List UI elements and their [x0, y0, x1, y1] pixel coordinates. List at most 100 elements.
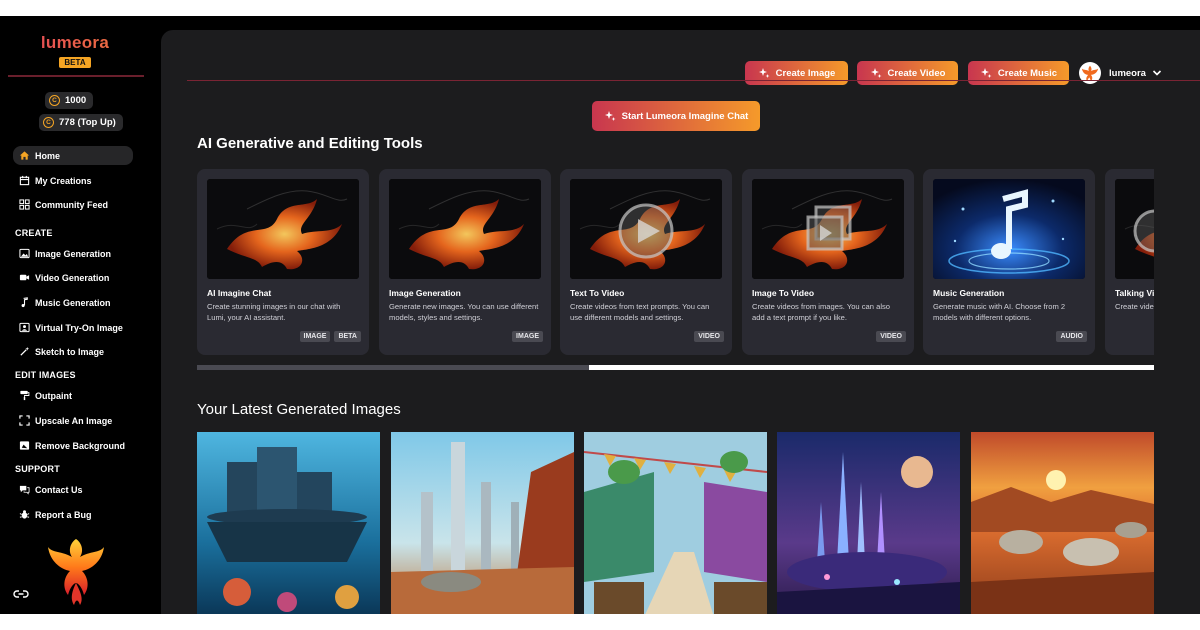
tool-card-title: Text To Video [570, 288, 625, 298]
tool-card-title: Music Generation [933, 288, 1005, 298]
sidebar-item-label: Sketch to Image [35, 346, 105, 357]
sidebar-item-label: Image Generation [35, 248, 112, 259]
sidebar-item-label: Music Generation [35, 297, 111, 308]
generated-image-crystal-city[interactable] [777, 432, 960, 614]
sidebar-item-my-creations[interactable]: My Creations [13, 171, 133, 190]
carousel-scrollbar-thumb[interactable] [197, 365, 590, 370]
tag-badge: VIDEO [876, 331, 906, 342]
generated-image-mars-colony[interactable] [971, 432, 1154, 614]
sparkle-icon [870, 68, 882, 78]
tool-card-description: Create videos from images. You can also … [752, 302, 891, 322]
sparkle-icon [758, 68, 770, 78]
section-title-support: SUPPORT [15, 464, 60, 474]
tool-card-description: Generate music with AI. Choose from 2 mo… [933, 302, 1066, 322]
sidebar-item-upscale-an-image[interactable]: Upscale An Image [13, 411, 133, 430]
sidebar-item-music-generation[interactable]: Music Generation [13, 293, 133, 312]
generated-image-desert-city[interactable] [391, 432, 574, 614]
tool-card-title: Image To Video [752, 288, 815, 298]
try-on-icon [19, 322, 30, 333]
market-image [584, 432, 767, 614]
tool-card-description: Create videos from text prompts. You can… [570, 302, 710, 322]
tool-card-tags: VIDEO [876, 331, 906, 342]
calendar-icon [19, 175, 30, 186]
tool-card-tags: IMAGE BETA [299, 331, 361, 342]
sidebar-item-label: Upscale An Image [35, 415, 113, 426]
top-bar: Create Image Create Video Create Music l… [161, 30, 1200, 94]
sidebar-item-label: Report a Bug [35, 509, 92, 520]
tool-card-thumbnail [207, 179, 359, 279]
tool-card-tags: VIDEO [694, 331, 724, 342]
tool-card-thumbnail [389, 179, 541, 279]
tool-card-thumbnail [933, 179, 1085, 279]
topup-button[interactable]: C 778 (Top Up) [39, 114, 123, 131]
sidebar-item-community-feed[interactable]: Community Feed [13, 195, 133, 214]
tool-card-ai-imagine-chat[interactable]: AI Imagine Chat Create stunning images i… [197, 169, 369, 355]
tool-card-title: AI Imagine Chat [207, 288, 272, 298]
sidebar-item-outpaint[interactable]: Outpaint [13, 386, 133, 405]
tool-card-thumbnail [570, 179, 722, 279]
sidebar-item-label: Video Generation [35, 272, 110, 283]
gallery-section-title: Your Latest Generated Images [197, 401, 401, 418]
sidebar-item-video-generation[interactable]: Video Generation [13, 268, 133, 287]
tool-card-music-generation[interactable]: Music Generation Generate music with AI.… [923, 169, 1095, 355]
music-note-icon [21, 297, 28, 308]
credit-balance: C 1000 [45, 92, 94, 109]
sidebar-item-report-a-bug[interactable]: Report a Bug [13, 505, 133, 524]
tool-card-talking-video[interactable]: Talking Vi Create videos advanced L [1105, 169, 1154, 355]
create-video-button[interactable]: Create Video [857, 61, 958, 85]
tool-card-image-to-video[interactable]: Image To Video Create videos from images… [742, 169, 914, 355]
tag-badge: VIDEO [694, 331, 724, 342]
tool-card-thumbnail [1115, 179, 1154, 279]
section-title-edit-images: EDIT IMAGES [15, 370, 76, 380]
username: lumeora [1109, 67, 1146, 79]
sidebar-item-image-generation[interactable]: Image Generation [13, 244, 133, 263]
sidebar-item-label: Home [35, 150, 61, 161]
sidebar-divider [8, 75, 144, 77]
sidebar-item-label: Remove Background [35, 440, 126, 451]
tool-card-thumbnail [752, 179, 904, 279]
sidebar-item-virtual-try-on[interactable]: Virtual Try-On Image [13, 318, 133, 337]
create-music-button[interactable]: Create Music [968, 61, 1069, 85]
sidebar-item-remove-background[interactable]: Remove Background [13, 436, 133, 455]
tool-card-image-generation[interactable]: Image Generation Generate new images. Yo… [379, 169, 551, 355]
remove-bg-icon [19, 441, 30, 450]
tool-card-description: Create stunning images in our chat with … [207, 302, 341, 322]
tools-carousel[interactable]: AI Imagine Chat Create stunning images i… [197, 169, 1154, 359]
phoenix-logo-icon [48, 539, 104, 605]
section-title-create: CREATE [15, 228, 53, 238]
sidebar-item-contact-us[interactable]: Contact Us [13, 480, 133, 499]
start-imagine-chat-label: Start Lumeora Imagine Chat [621, 110, 749, 122]
generated-image-underwater-city[interactable] [197, 432, 380, 614]
create-image-button[interactable]: Create Image [745, 61, 848, 85]
phoenix-artwork [570, 179, 722, 279]
user-menu[interactable]: lumeora [1079, 61, 1162, 85]
sidebar-item-label: Outpaint [35, 390, 72, 401]
app-window: lumeora BETA C 1000 C 778 (Top Up) Home … [0, 16, 1200, 614]
generated-image-market[interactable] [584, 432, 767, 614]
carousel-scrollbar[interactable] [197, 365, 1154, 370]
sidebar-item-sketch-to-image[interactable]: Sketch to Image [13, 342, 133, 361]
link-icon[interactable] [13, 588, 29, 600]
sidebar-item-home[interactable]: Home [13, 146, 133, 165]
expand-icon [19, 415, 30, 426]
video-icon [19, 274, 30, 281]
wand-icon [20, 346, 30, 356]
tool-card-text-to-video[interactable]: Text To Video Create videos from text pr… [560, 169, 732, 355]
tool-card-tags: AUDIO [1056, 331, 1087, 342]
create-image-label: Create Image [775, 67, 836, 79]
create-music-label: Create Music [997, 67, 1058, 79]
tag-badge: IMAGE [512, 331, 543, 342]
header-divider [187, 80, 1200, 81]
tool-card-title: Image Generation [389, 288, 461, 298]
start-imagine-chat-button[interactable]: Start Lumeora Imagine Chat [592, 101, 760, 131]
underwater-city-image [197, 432, 380, 614]
tool-card-description: Generate new images. You can use differe… [389, 302, 539, 322]
brand-name: lumeora [0, 34, 150, 52]
coin-icon: C [43, 117, 54, 128]
credit-balance-value: 1000 [65, 95, 87, 106]
topup-label: 778 (Top Up) [59, 117, 116, 128]
phoenix-artwork [207, 179, 359, 279]
home-icon [19, 151, 30, 160]
sparkle-icon [980, 68, 992, 78]
brand-logo[interactable]: lumeora BETA [0, 34, 150, 70]
